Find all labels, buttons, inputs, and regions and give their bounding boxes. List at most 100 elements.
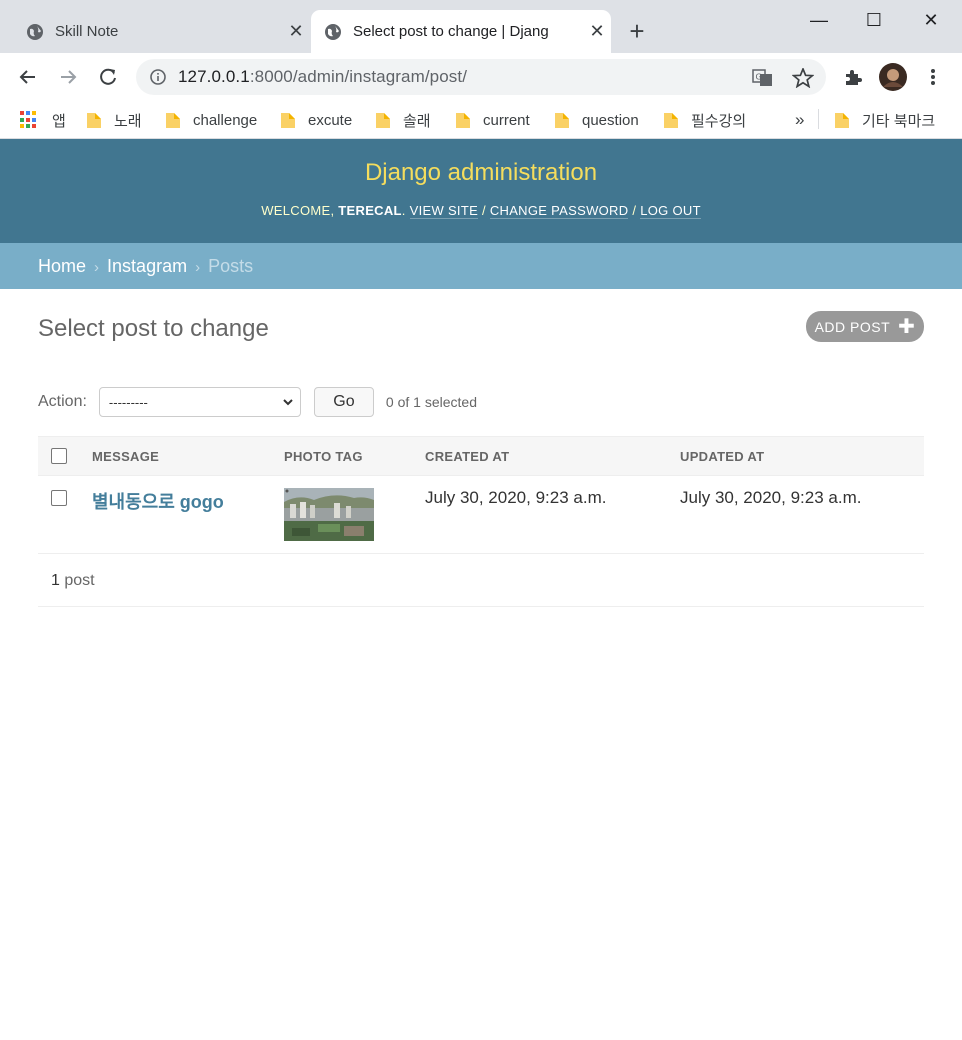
- maximize-icon[interactable]: ☐: [858, 6, 890, 34]
- welcome-text: WELCOME,: [261, 203, 335, 218]
- address-bar[interactable]: 127.0.0.1:8000/admin/instagram/post/ G: [136, 59, 826, 95]
- bookmark-label: 노래: [114, 112, 142, 130]
- browser-toolbar: 127.0.0.1:8000/admin/instagram/post/ G: [0, 53, 962, 101]
- breadcrumb-separator: ›: [195, 259, 201, 276]
- select-all-checkbox[interactable]: [51, 448, 67, 464]
- user-tools: WELCOME, TERECAL. VIEW SITE / CHANGE PAS…: [261, 203, 701, 219]
- window-close-icon[interactable]: ✕: [915, 6, 947, 34]
- globe-icon: [325, 23, 341, 40]
- bookmark-folder[interactable]: 솔래: [375, 107, 431, 133]
- tab-select-post[interactable]: Select post to change | Djang ✕: [311, 10, 611, 53]
- menu-dots-icon[interactable]: [919, 63, 947, 91]
- page-title: Select post to change: [38, 315, 269, 342]
- folder-icon: [664, 113, 678, 128]
- result-label: post: [64, 572, 95, 589]
- reload-icon[interactable]: [94, 63, 122, 91]
- profile-avatar[interactable]: [879, 63, 907, 91]
- close-icon[interactable]: ✕: [583, 21, 611, 42]
- actions-bar: Action: --------- Go 0 of 1 selected: [38, 386, 477, 418]
- extensions-icon[interactable]: [839, 63, 867, 91]
- back-icon[interactable]: [14, 63, 42, 91]
- go-button[interactable]: Go: [313, 387, 374, 417]
- minimize-icon[interactable]: —: [803, 6, 835, 34]
- action-select[interactable]: ---------: [98, 387, 301, 417]
- change-password-link[interactable]: CHANGE PASSWORD: [489, 203, 629, 219]
- bookmark-label: 앱: [52, 112, 66, 130]
- table-row: 별내동으로 gogo July 30, 2020, 9:23 a.m. July…: [38, 476, 924, 554]
- bookmark-folder[interactable]: excute: [280, 107, 352, 133]
- message-cell: 별내동으로 gogo: [92, 488, 224, 514]
- tab-title: Select post to change | Djang: [353, 23, 549, 40]
- add-post-button[interactable]: ADD POST ✚: [806, 311, 924, 342]
- created-at-cell: July 30, 2020, 9:23 a.m.: [425, 488, 607, 507]
- bookmark-label: 기타 북마크: [862, 112, 936, 130]
- breadcrumb-current: Posts: [208, 256, 254, 276]
- folder-icon: [376, 113, 390, 128]
- plus-icon: ✚: [898, 315, 916, 338]
- view-site-link[interactable]: VIEW SITE: [409, 203, 479, 219]
- folder-icon: [456, 113, 470, 128]
- action-label: Action:: [38, 393, 87, 410]
- site-branding[interactable]: Django administration: [0, 159, 962, 187]
- post-link[interactable]: 별내동으로 gogo: [92, 492, 224, 512]
- url-text: 127.0.0.1:8000/admin/instagram/post/: [178, 67, 467, 87]
- bookmarks-divider: [818, 109, 819, 129]
- username: TERECAL: [338, 203, 402, 218]
- bookmark-label: question: [582, 111, 639, 129]
- table-header: MESSAGE PHOTO TAG CREATED AT UPDATED AT: [38, 436, 924, 476]
- more-bookmarks-button[interactable]: »: [795, 107, 804, 133]
- column-header-message[interactable]: MESSAGE: [92, 449, 159, 464]
- bookmark-folder[interactable]: current: [455, 107, 530, 133]
- tab-title: Skill Note: [55, 23, 119, 40]
- column-header-photo-tag: PHOTO TAG: [284, 449, 363, 464]
- folder-icon: [555, 113, 569, 128]
- column-header-updated-at[interactable]: UPDATED AT: [680, 449, 764, 464]
- separator: /: [632, 203, 637, 218]
- folder-icon: [87, 113, 101, 128]
- bookmark-folder[interactable]: question: [554, 107, 639, 133]
- breadcrumb-separator: ›: [94, 259, 100, 276]
- selection-counter: 0 of 1 selected: [385, 394, 477, 410]
- paginator: 1 post: [38, 555, 924, 607]
- folder-icon: [835, 113, 849, 128]
- tab-skill-note[interactable]: Skill Note ✕: [14, 10, 310, 53]
- bookmark-folder[interactable]: 필수강의: [663, 107, 746, 133]
- close-icon[interactable]: ✕: [282, 21, 310, 42]
- folder-icon: [281, 113, 295, 128]
- chevron-down-icon: [283, 399, 293, 406]
- other-bookmarks-folder[interactable]: 기타 북마크: [834, 107, 935, 133]
- forward-icon[interactable]: [54, 63, 82, 91]
- url-host: 127.0.0.1: [178, 67, 250, 86]
- results-table: MESSAGE PHOTO TAG CREATED AT UPDATED AT …: [38, 436, 924, 554]
- action-select-value: ---------: [108, 394, 148, 410]
- globe-icon: [27, 23, 43, 40]
- new-tab-icon[interactable]: +: [625, 18, 649, 46]
- url-path: :8000/admin/instagram/post/: [249, 67, 468, 86]
- add-post-label: ADD POST: [814, 318, 891, 335]
- log-out-link[interactable]: LOG OUT: [640, 203, 701, 219]
- separator: /: [481, 203, 486, 218]
- breadcrumb-instagram[interactable]: Instagram: [107, 256, 187, 276]
- admin-header: Django administration WELCOME, TERECAL. …: [0, 139, 962, 243]
- folder-icon: [166, 113, 180, 128]
- bookmark-label: 필수강의: [691, 112, 747, 130]
- breadcrumb: Home › Instagram › Posts: [0, 243, 962, 289]
- updated-at-cell: July 30, 2020, 9:23 a.m.: [680, 488, 862, 507]
- column-header-created-at[interactable]: CREATED AT: [425, 449, 509, 464]
- row-checkbox[interactable]: [51, 490, 67, 506]
- breadcrumb-home[interactable]: Home: [38, 256, 86, 276]
- bookmark-folder[interactable]: 노래: [86, 107, 142, 133]
- photo-thumbnail: [284, 488, 374, 541]
- result-count: 1: [51, 572, 60, 589]
- bookmark-label: 솔래: [403, 112, 431, 130]
- apps-grid-icon: [20, 111, 38, 129]
- bookmark-folder[interactable]: challenge: [165, 107, 257, 133]
- browser-tab-bar: Skill Note ✕ Select post to change | Dja…: [0, 0, 962, 53]
- info-icon[interactable]: [150, 69, 166, 85]
- bookmark-apps[interactable]: 앱: [20, 107, 66, 133]
- svg-text:G: G: [756, 73, 762, 82]
- bookmark-label: excute: [308, 111, 353, 129]
- bookmark-label: challenge: [193, 111, 258, 129]
- star-icon[interactable]: [792, 68, 814, 88]
- translate-icon[interactable]: G: [752, 68, 774, 88]
